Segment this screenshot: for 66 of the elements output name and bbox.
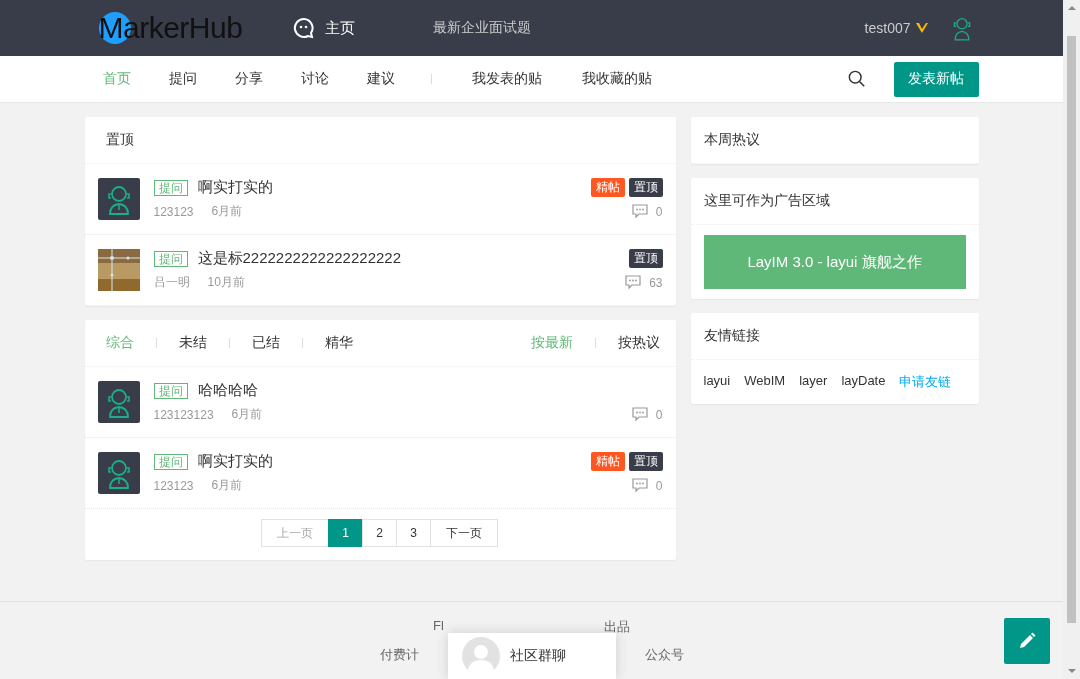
next-page-button[interactable]: 下一页 — [430, 519, 498, 547]
top-nav-link[interactable]: 最新企业面试题 — [432, 19, 531, 37]
category-tab[interactable]: 我收藏的贴 — [581, 70, 652, 88]
post-badge: 精帖 — [590, 452, 625, 471]
user-avatar-icon[interactable] — [97, 381, 140, 423]
user-silhouette-icon — [462, 637, 500, 675]
comment-count: 0 — [655, 204, 663, 219]
comment-icon — [631, 407, 648, 422]
card-title: 本周热议 — [703, 131, 760, 149]
page-button[interactable]: 1 — [328, 519, 363, 547]
post-time: 6月前 — [211, 477, 243, 494]
category-tag: 提问 — [153, 453, 188, 470]
pencil-icon — [1017, 631, 1037, 651]
search-icon[interactable] — [847, 70, 866, 88]
filter-tab[interactable]: 未结 — [178, 334, 207, 352]
edit-button[interactable] — [1004, 618, 1050, 664]
sort-tab[interactable]: 按热议 — [617, 334, 660, 352]
comment-icon — [631, 204, 648, 219]
footer-text: 付费计 — [379, 646, 419, 664]
post-title-link[interactable]: 啊实打实的 — [197, 452, 273, 471]
post-title-link[interactable]: 啊实打实的 — [197, 178, 273, 197]
card-title: 这里可作为广告区域 — [703, 192, 830, 210]
category-tab[interactable]: 建议 — [366, 70, 415, 88]
footer-text: Fl — [433, 618, 444, 635]
vip-icon — [914, 22, 929, 34]
post-badge: 置顶 — [628, 452, 663, 471]
chat-icon — [292, 17, 315, 39]
post-time: 6月前 — [211, 203, 243, 220]
filter-tab[interactable]: 精华 — [324, 334, 353, 352]
category-tab[interactable]: 讨论 — [300, 70, 349, 88]
category-tag: 提问 — [153, 382, 188, 399]
category-tab[interactable]: 我发表的贴 — [471, 70, 542, 88]
post-badge: 精帖 — [590, 178, 625, 197]
filter-tab[interactable]: 已结 — [251, 334, 280, 352]
post-title-link[interactable]: 这是标2222222222222222222 — [197, 249, 401, 268]
page-button[interactable]: 3 — [396, 519, 431, 547]
category-tag: 提问 — [153, 179, 188, 196]
post-badge: 置顶 — [628, 249, 663, 268]
user-avatar-icon[interactable] — [97, 178, 140, 220]
footer-text: 出品 — [603, 618, 630, 636]
category-tab[interactable]: 提问 — [168, 70, 217, 88]
friend-link[interactable]: WebIM — [744, 373, 786, 391]
card-title: 置顶 — [105, 131, 134, 149]
friend-link[interactable]: layer — [799, 373, 828, 391]
friend-link[interactable]: layui — [703, 373, 731, 391]
category-tab[interactable]: 分享 — [234, 70, 283, 88]
top-nav-link[interactable]: 主页 — [292, 17, 355, 39]
footer-text: 公众号 — [644, 646, 684, 664]
post-title-link[interactable]: 哈哈哈哈 — [197, 381, 258, 400]
comment-icon — [625, 275, 642, 290]
comment-count: 63 — [649, 275, 663, 290]
new-post-button[interactable]: 发表新帖 — [893, 61, 979, 97]
user-avatar-icon[interactable] — [97, 452, 140, 494]
group-chat-popup[interactable]: 社区群聊 — [448, 633, 616, 679]
post-badge: 置顶 — [628, 178, 663, 197]
comment-icon — [631, 478, 648, 493]
friend-link[interactable]: layDate — [841, 373, 886, 391]
card-title: 友情链接 — [703, 327, 760, 345]
post-time: 10月前 — [207, 274, 245, 291]
comment-count: 0 — [655, 478, 663, 493]
page-button[interactable]: 2 — [362, 519, 397, 547]
category-tag: 提问 — [153, 250, 188, 267]
comment-count: 0 — [655, 407, 663, 422]
username-link[interactable]: test007 — [864, 20, 911, 36]
post-time: 6月前 — [231, 406, 263, 423]
popup-title: 社区群聊 — [510, 647, 566, 665]
